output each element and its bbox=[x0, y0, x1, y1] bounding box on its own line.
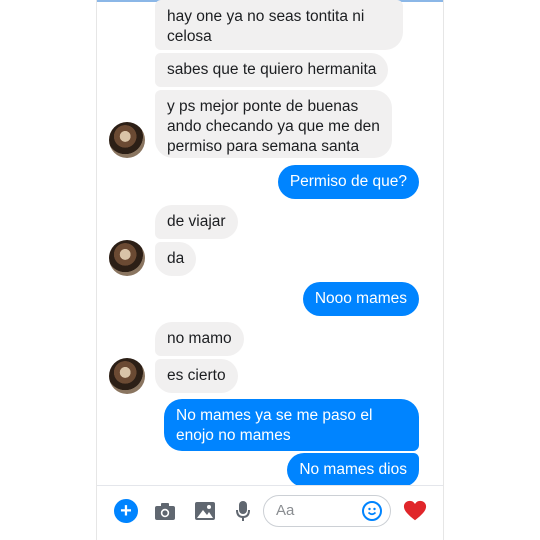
message-bubble-outgoing[interactable]: No mames ya se me paso el enojo no mames bbox=[164, 399, 419, 451]
message-bubble-incoming[interactable]: no mamo bbox=[155, 322, 244, 356]
chat-window: hay one ya no seas tontita ni celosa sab… bbox=[97, 0, 443, 540]
message-bubble-incoming[interactable]: sabes que te quiero hermanita bbox=[155, 53, 389, 87]
message-composer: + Aa bbox=[97, 485, 443, 540]
message-bubble-incoming[interactable]: es cierto bbox=[155, 359, 238, 393]
message-text-line: permiso para semana santa bbox=[167, 138, 360, 155]
message-text-line: No mames dios bbox=[299, 461, 407, 478]
message-text-line: ando checando ya que me den bbox=[167, 118, 380, 135]
message-bubble-outgoing[interactable]: Nooo mames bbox=[302, 282, 419, 316]
message-text-line: es cierto bbox=[167, 367, 226, 384]
message-bubble-incoming[interactable]: hay one ya no seas tontita ni celosa bbox=[155, 0, 403, 50]
message-text-line: Nooo mames bbox=[314, 290, 407, 307]
message-text-line: sabes que te quiero hermanita bbox=[167, 61, 377, 78]
plus-icon[interactable]: + bbox=[114, 499, 138, 523]
microphone-icon[interactable] bbox=[231, 499, 255, 523]
message-input[interactable]: Aa bbox=[263, 495, 391, 527]
message-text-line: Permiso de que? bbox=[289, 173, 407, 190]
contact-avatar[interactable] bbox=[109, 358, 145, 394]
camera-icon[interactable] bbox=[153, 499, 177, 523]
message-text-line: da bbox=[167, 250, 185, 267]
message-bubble-outgoing[interactable]: Permiso de que? bbox=[277, 165, 419, 199]
contact-avatar[interactable] bbox=[109, 122, 145, 158]
message-text-line: hay one ya no seas tontita ni bbox=[167, 8, 365, 25]
message-text-line: de viajar bbox=[167, 213, 226, 230]
contact-avatar[interactable] bbox=[109, 240, 145, 276]
message-bubble-outgoing[interactable]: No mames dios bbox=[287, 453, 419, 487]
image-icon[interactable] bbox=[193, 499, 217, 523]
message-text-line: No mames ya se me paso el bbox=[176, 407, 373, 424]
message-text-line: enojo no mames bbox=[176, 427, 291, 444]
heart-icon[interactable] bbox=[403, 499, 427, 523]
message-text-line: celosa bbox=[167, 28, 212, 45]
emoji-icon[interactable] bbox=[362, 501, 382, 521]
message-input-placeholder: Aa bbox=[276, 502, 295, 519]
message-text-line: no mamo bbox=[167, 330, 232, 347]
message-bubble-incoming[interactable]: da bbox=[155, 242, 197, 276]
message-bubble-incoming[interactable]: y ps mejor ponte de buenas ando checando… bbox=[155, 90, 392, 158]
message-text-line: y ps mejor ponte de buenas bbox=[167, 98, 359, 115]
message-bubble-incoming[interactable]: de viajar bbox=[155, 205, 238, 239]
